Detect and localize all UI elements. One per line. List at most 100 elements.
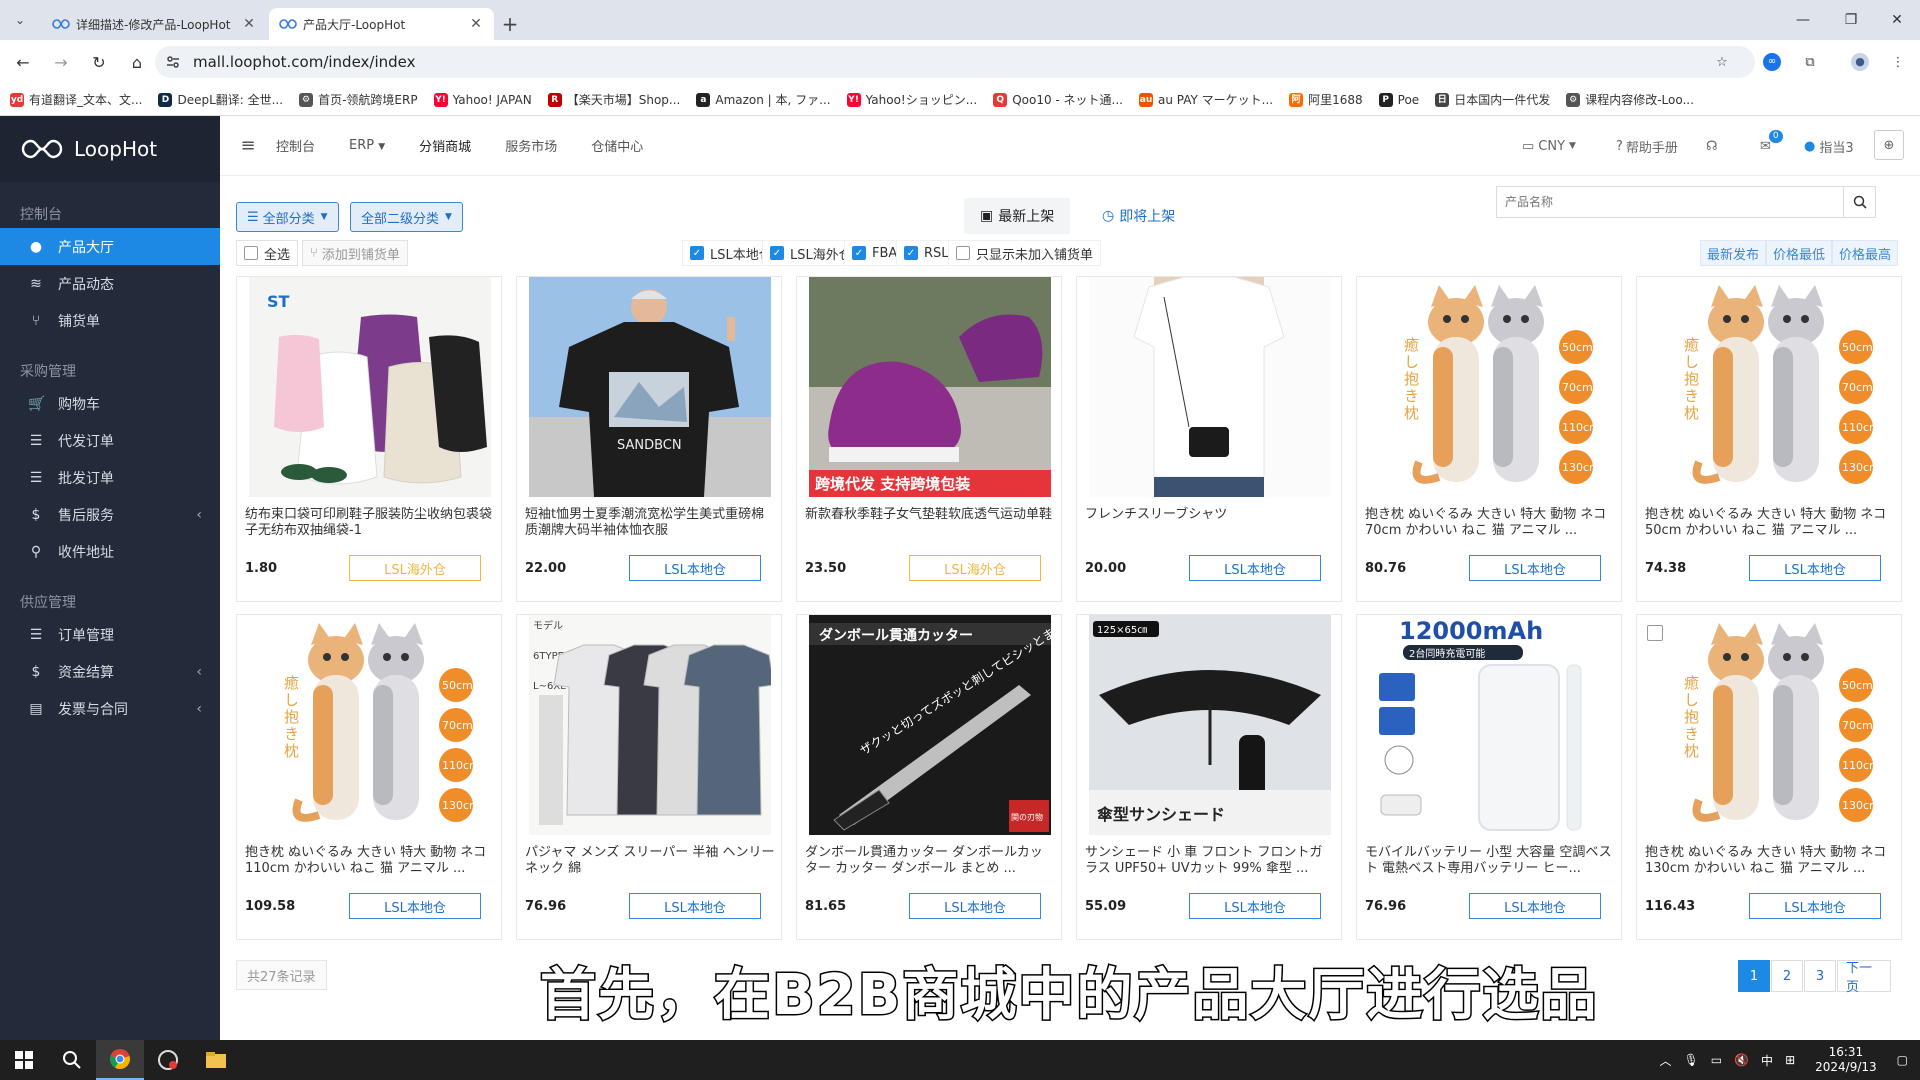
add-to-list-button[interactable]: ⑂ 添加到铺货单 (302, 240, 408, 266)
product-image-cat[interactable]: 癒し抱き枕 50cm 70cm 110cm 130cm (1649, 277, 1891, 497)
warehouse-button[interactable]: LSL本地仓 (349, 893, 481, 919)
recorder-taskbar-icon[interactable] (144, 1040, 192, 1080)
tray-expand-icon[interactable]: ︿ (1660, 1052, 1672, 1069)
bookmark-item[interactable]: ⚙ 课程内容修改-Loo... (1566, 91, 1694, 108)
page-3[interactable]: 3 (1804, 960, 1836, 992)
extensions-puzzle-icon[interactable]: ⧉ (1796, 48, 1824, 76)
warehouse-button[interactable]: LSL本地仓 (1469, 555, 1601, 581)
subcategory-select[interactable]: 全部二级分类 ▼ (350, 202, 463, 232)
product-checkbox[interactable] (1647, 625, 1663, 641)
bookmark-item[interactable]: D DeepL翻译: 全世... (158, 91, 283, 108)
product-card[interactable]: 跨境代发 支持跨境包装 新款春秋季鞋子女气垫鞋软底透气运动单鞋 23.50 LSL海外… (796, 276, 1062, 602)
ime-indicator[interactable]: 中 (1761, 1052, 1773, 1069)
file-explorer-icon[interactable] (192, 1040, 240, 1080)
bookmark-item[interactable]: Q Qoo10 - ネット通... (993, 91, 1123, 108)
bookmark-item[interactable]: Y! Yahoo! JAPAN (433, 92, 532, 107)
sidebar-item[interactable]: ⚲ 收件地址 (0, 533, 220, 570)
product-card[interactable]: ST 纺布束口袋可印刷鞋子服装防尘收纳包裘袋子无纺布双抽绳袋-1 1.80 LSL海外… (236, 276, 502, 602)
product-image[interactable]: 癒し抱き枕 50cm 70cm 110cm 130cm (249, 615, 491, 835)
profile-avatar-icon[interactable]: ● (1846, 48, 1874, 76)
bookmark-item[interactable]: au au PAY マーケット... (1139, 91, 1273, 108)
product-image[interactable]: 癒し抱き枕 50cm 70cm 110cm 130cm (1649, 277, 1891, 497)
brand-logo[interactable]: LoopHot (0, 116, 220, 182)
user-menu[interactable]: ● 指当3 (1804, 116, 1854, 176)
product-card[interactable]: 癒し抱き枕 50cm 70cm 110cm 130cm 抱き枕 ぬいぐるみ 大きい 特大 … (1636, 276, 1902, 602)
product-name[interactable]: 抱き枕 ぬいぐるみ 大きい 特大 動物 ネコ 50cm かわいい ねこ 猫 アニ… (1645, 507, 1895, 541)
home-icon[interactable]: ⌂ (122, 47, 152, 77)
notification-icon[interactable]: ▢ (1897, 1053, 1908, 1067)
product-card[interactable]: 癒し抱き枕 50cm 70cm 110cm 130cm 抱き枕 ぬいぐるみ 大きい 特大 … (1356, 276, 1622, 602)
microphone-icon[interactable]: 🎙 (1684, 1053, 1699, 1067)
product-name[interactable]: 抱き枕 ぬいぐるみ 大きい 特大 動物 ネコ 70cm かわいい ねこ 猫 アニ… (1365, 507, 1615, 541)
sort-button[interactable]: 最新发布 (1700, 240, 1767, 266)
nav-warehouse[interactable]: 仓储中心 (591, 136, 643, 155)
taskbar-search-icon[interactable] (48, 1040, 96, 1080)
bookmark-item[interactable]: P Poe (1378, 92, 1419, 107)
sidebar-item[interactable]: ☰ 订单管理 (0, 616, 220, 653)
sidebar-item[interactable]: ≋ 产品动态 (0, 265, 220, 302)
product-name[interactable]: フレンチスリーブシャツ (1085, 507, 1335, 541)
bookmark-item[interactable]: 阿阿里1688 (1289, 91, 1363, 108)
forward-icon[interactable]: → (46, 47, 76, 77)
product-card[interactable]: 12000mAh2台同時充電可能軽量薄型急速充電モバイルバッテリー 小型 大容量… (1356, 614, 1622, 940)
search-icon[interactable] (1843, 187, 1875, 217)
product-name[interactable]: 纺布束口袋可印刷鞋子服装防尘收纳包裘袋子无纺布双抽绳袋-1 (245, 507, 495, 541)
product-name[interactable]: ダンボール貫通カッター ダンボールカッター カッター ダンボール まとめ ... (805, 845, 1055, 879)
browser-tab-product-hall[interactable]: 产品大厅-LoopHot ✕ (269, 8, 494, 40)
keyboard-icon[interactable]: ⊞ (1785, 1053, 1795, 1067)
select-all-checkbox[interactable]: 全选 (236, 240, 299, 266)
tab-newest[interactable]: ▣ 最新上架 (964, 198, 1071, 234)
menu-toggle-icon[interactable]: ≡ (220, 135, 276, 156)
product-image[interactable]: ST (249, 277, 491, 497)
warehouse-button[interactable]: LSL本地仓 (629, 555, 761, 581)
product-image-battery[interactable]: 12000mAh2台同時充電可能軽量薄型急速充電 (1369, 615, 1611, 835)
product-image[interactable]: ダンボール貫通カッター ザクッと切ってズボッと刺してビシッとまとめる 関の刃物 (809, 615, 1051, 835)
bookmark-item[interactable]: a Amazon | 本, ファ... (696, 91, 831, 108)
restore-icon[interactable]: ❐ (1828, 0, 1874, 40)
nav-service-market[interactable]: 服务市场 (505, 136, 557, 155)
product-image-cutter[interactable]: ダンボール貫通カッターザクッと切ってズボッと刺してビシッとまとめる関の刃物 (809, 615, 1051, 835)
currency-select[interactable]: ▭ CNY ▼ (1522, 116, 1576, 176)
sidebar-item[interactable]: $ 资金结算 ‹ (0, 653, 220, 690)
sidebar-item[interactable]: ☰ 批发订单 (0, 459, 220, 496)
address-bar[interactable]: mall.loophot.com/index/index (155, 46, 1755, 78)
nav-mall[interactable]: 分销商城 (419, 136, 471, 155)
product-image-pajama[interactable]: モデル6TYPEL~6XL (529, 615, 771, 835)
bookmark-item[interactable]: 日日本国内一件代发 (1435, 91, 1550, 108)
warehouse-button[interactable]: LSL本地仓 (1749, 893, 1881, 919)
warehouse-button[interactable]: LSL海外仓 (349, 555, 481, 581)
site-info-icon[interactable] (165, 54, 181, 70)
sidebar-item[interactable]: ⑂ 铺货单 (0, 302, 220, 339)
product-image[interactable]: 癒し抱き枕 50cm 70cm 110cm 130cm (1649, 615, 1891, 835)
reload-icon[interactable]: ↻ (84, 47, 114, 77)
product-image-shirt[interactable] (1089, 277, 1331, 497)
warehouse-button[interactable]: LSL海外仓 (909, 555, 1041, 581)
bookmark-item[interactable]: yd 有道翻译_文本、文... (10, 91, 142, 108)
windows-start-icon[interactable] (0, 1040, 48, 1080)
product-image[interactable]: 12000mAh2台同時充電可能軽量薄型急速充電 (1369, 615, 1611, 835)
bookmark-item[interactable]: R 【楽天市場】Shop... (547, 91, 680, 108)
sidebar-item[interactable]: ▤ 发票与合同 ‹ (0, 690, 220, 727)
volume-muted-icon[interactable]: 🔇 (1734, 1053, 1749, 1067)
chrome-taskbar-icon[interactable] (96, 1040, 144, 1080)
close-window-icon[interactable]: ✕ (1874, 0, 1920, 40)
nav-erp[interactable]: ERP ▼ (349, 138, 385, 153)
tab-coming-soon[interactable]: ◷ 即将上架 (1086, 198, 1191, 234)
tab-close-icon[interactable]: ✕ (241, 16, 257, 32)
product-image[interactable]: SANDBCN (529, 277, 771, 497)
product-card[interactable]: フレンチスリーブシャツ 20.00 LSL本地仓 (1076, 276, 1342, 602)
product-image-umbrella[interactable]: 125×65㎝傘型サンシェード (1089, 615, 1331, 835)
product-image[interactable]: 125×65㎝ 傘型サンシェード (1089, 615, 1331, 835)
warehouse-button[interactable]: LSL本地仓 (1189, 893, 1321, 919)
product-name[interactable]: モバイルバッテリー 小型 大容量 空調ベスト 電熱ベスト専用バッテリー ヒー..… (1365, 845, 1615, 879)
product-image-bags[interactable]: ST (249, 277, 491, 497)
search-input[interactable] (1497, 187, 1843, 217)
product-name[interactable]: 短袖t恤男士夏季潮流宽松学生美式重磅棉质潮牌大码半袖体恤衣服 (525, 507, 775, 541)
warehouse-button[interactable]: LSL本地仓 (1189, 555, 1321, 581)
warehouse-button[interactable]: LSL本地仓 (629, 893, 761, 919)
system-clock[interactable]: 16:31 2024/9/13 (1815, 1045, 1877, 1075)
page-1[interactable]: 1 (1738, 960, 1770, 992)
tab-search-chevron-icon[interactable]: ⌄ (0, 0, 40, 40)
help-manual-link[interactable]: ? 帮助手册 (1616, 116, 1678, 176)
support-headset-icon[interactable]: ☊ (1706, 116, 1718, 176)
